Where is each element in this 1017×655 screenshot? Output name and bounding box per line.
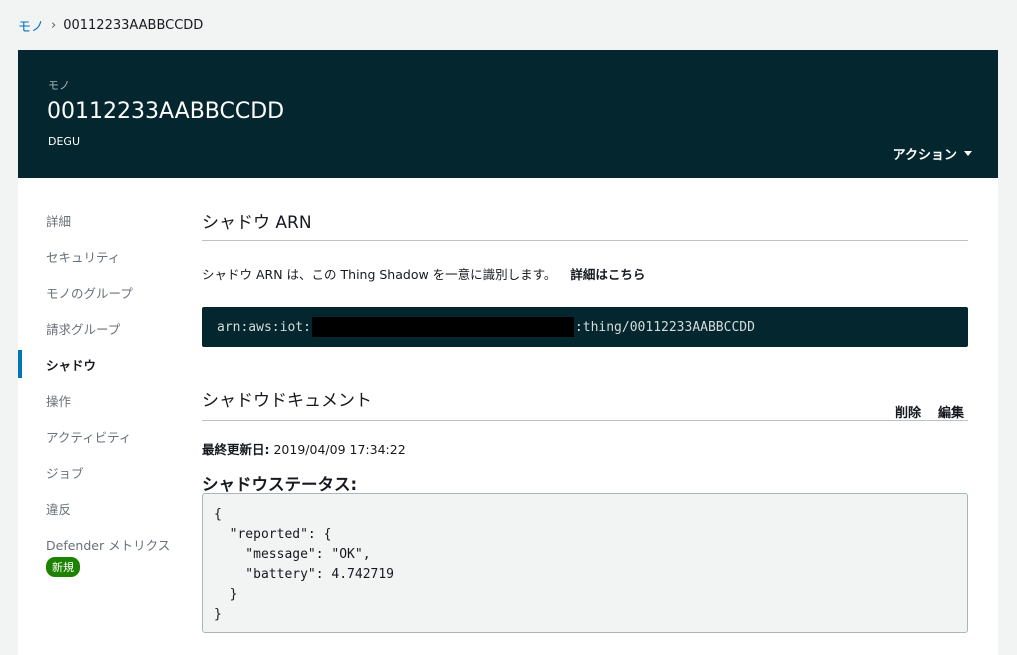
breadcrumb-link-things[interactable]: モノ bbox=[18, 16, 44, 35]
nav-item-defender-metrics[interactable]: Defender メトリクス bbox=[46, 535, 170, 554]
arn-description: シャドウ ARN は、この Thing Shadow を一意に識別します。 詳細… bbox=[202, 264, 645, 283]
nav-item-shadow[interactable]: シャドウ bbox=[46, 355, 96, 374]
thing-type-label: DEGU bbox=[48, 135, 80, 148]
caret-down-icon bbox=[964, 151, 972, 156]
new-badge: 新規 bbox=[46, 557, 80, 577]
active-nav-indicator bbox=[18, 350, 22, 378]
thing-header: モノ 00112233AABBCCDD DEGU アクション bbox=[18, 50, 998, 178]
last-updated: 最終更新日: 2019/04/09 17:34:22 bbox=[202, 439, 406, 458]
shadow-status-label: シャドウステータス: bbox=[202, 475, 358, 494]
arn-description-text: シャドウ ARN は、この Thing Shadow を一意に識別します。 bbox=[202, 267, 557, 282]
nav-item-thing-groups[interactable]: モノのグループ bbox=[46, 283, 133, 302]
section-divider bbox=[202, 240, 968, 241]
arn-display: arn:aws:iot: :thing/00112233AABBCCDD bbox=[202, 307, 968, 347]
section-divider bbox=[202, 420, 968, 421]
redacted-account-id bbox=[311, 317, 574, 337]
nav-item-details[interactable]: 詳細 bbox=[46, 211, 71, 230]
actions-label: アクション bbox=[892, 148, 957, 163]
resource-kind-label: モノ bbox=[48, 79, 70, 92]
chevron-right-icon: › bbox=[51, 18, 57, 33]
arn-prefix: arn:aws:iot: bbox=[217, 319, 311, 335]
nav-item-security[interactable]: セキュリティ bbox=[46, 247, 120, 266]
learn-more-link[interactable]: 詳細はこちら bbox=[570, 267, 645, 282]
shadow-arn-heading: シャドウ ARN bbox=[202, 213, 312, 233]
arn-suffix: :thing/00112233AABBCCDD bbox=[574, 319, 755, 335]
delete-button[interactable]: 削除 bbox=[895, 402, 921, 421]
breadcrumb: モノ › 00112233AABBCCDD bbox=[18, 16, 203, 35]
last-updated-value: 2019/04/09 17:34:22 bbox=[273, 442, 406, 457]
edit-button[interactable]: 編集 bbox=[938, 402, 964, 421]
content-panel: 詳細 セキュリティ モノのグループ 請求グループ シャドウ 操作 アクティビティ… bbox=[18, 178, 998, 655]
nav-item-activity[interactable]: アクティビティ bbox=[46, 427, 131, 446]
nav-item-violations[interactable]: 違反 bbox=[46, 499, 71, 518]
page-title: 00112233AABBCCDD bbox=[47, 99, 285, 124]
actions-dropdown-button[interactable]: アクション bbox=[893, 144, 972, 163]
shadow-json-viewer: { "reported": { "message": "OK", "batter… bbox=[202, 493, 968, 633]
last-updated-label: 最終更新日: bbox=[202, 442, 270, 457]
nav-item-jobs[interactable]: ジョブ bbox=[46, 463, 84, 482]
shadow-document-heading: シャドウドキュメント bbox=[202, 391, 372, 411]
nav-item-billing-groups[interactable]: 請求グループ bbox=[46, 319, 120, 338]
breadcrumb-current: 00112233AABBCCDD bbox=[63, 18, 204, 33]
nav-item-interact[interactable]: 操作 bbox=[46, 391, 71, 410]
